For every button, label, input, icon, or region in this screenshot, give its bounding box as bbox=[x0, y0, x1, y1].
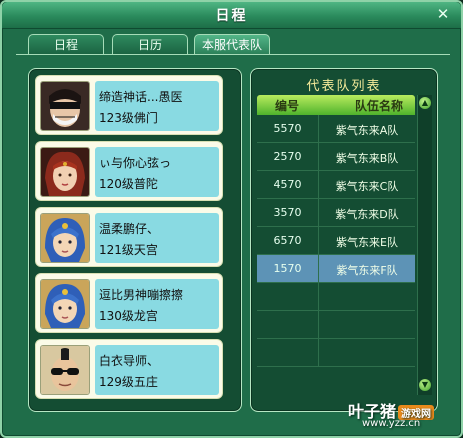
close-icon[interactable]: ✕ bbox=[435, 6, 451, 22]
player-card[interactable]: 逗比男神嘣擦擦 130级龙宫 bbox=[35, 273, 223, 333]
team-name: 紫气东来F队 bbox=[336, 264, 398, 277]
header-team-name: 队伍名称 bbox=[355, 99, 404, 113]
blue-hair-avatar bbox=[40, 213, 90, 263]
player-info: ぃ与你心弦っ 120级普陀 bbox=[95, 147, 219, 197]
team-name: 紫气东来D队 bbox=[335, 208, 399, 221]
player-card[interactable]: 温柔鹏仔、 121级天宫 bbox=[35, 207, 223, 267]
tab-schedule[interactable]: 日程 bbox=[28, 34, 104, 54]
team-list-panel: 代表队列表 编号 队伍名称 5570 紫气东来A队 2570 紫气东来B队 45… bbox=[250, 68, 438, 412]
player-level-school: 130级龙宫 bbox=[99, 309, 158, 323]
player-info: 逗比男神嘣擦擦 130级龙宫 bbox=[95, 279, 219, 329]
scroll-up-icon[interactable]: ▲ bbox=[419, 97, 431, 109]
tab-server-team[interactable]: 本服代表队 bbox=[194, 34, 270, 54]
scroll-down-icon[interactable]: ▼ bbox=[419, 379, 431, 391]
team-code: 1570 bbox=[273, 262, 302, 275]
member-panel: 缔造神话...愚医 123级佛门 ぃ与你心弦っ 120级普陀 温柔鹏仔、 121… bbox=[28, 68, 242, 412]
blue-hair-avatar bbox=[40, 279, 90, 329]
table-row-selected[interactable]: 1570 紫气东来F队 bbox=[257, 255, 415, 283]
column-divider bbox=[318, 283, 319, 311]
masked-avatar bbox=[40, 81, 90, 131]
team-code: 3570 bbox=[273, 206, 302, 219]
watermark-url: www.yzz.cn bbox=[362, 418, 421, 429]
column-divider bbox=[318, 339, 319, 367]
table-row[interactable]: 6570 紫气东来E队 bbox=[257, 227, 415, 255]
red-hair-avatar bbox=[40, 147, 90, 197]
team-code: 6570 bbox=[273, 234, 302, 247]
table-row[interactable]: 2570 紫气东来B队 bbox=[257, 143, 415, 171]
table-row-empty[interactable] bbox=[257, 339, 415, 367]
player-info: 白衣导师、 129级五庄 bbox=[95, 345, 219, 395]
team-code: 2570 bbox=[273, 150, 302, 163]
sunglasses-avatar bbox=[40, 345, 90, 395]
title-bar[interactable]: 日程 ✕ bbox=[2, 2, 461, 29]
player-level-school: 123级佛门 bbox=[99, 111, 158, 125]
player-name: 温柔鹏仔、 bbox=[99, 222, 160, 236]
player-name: 白衣导师、 bbox=[99, 354, 160, 368]
team-name: 紫气东来C队 bbox=[335, 180, 399, 193]
team-list-scrollbar[interactable]: ▲ ▼ bbox=[417, 95, 432, 395]
table-row-empty[interactable] bbox=[257, 283, 415, 311]
player-info: 缔造神话...愚医 123级佛门 bbox=[95, 81, 219, 131]
player-name: 缔造神话...愚医 bbox=[99, 90, 183, 104]
schedule-window: 日程 ✕ 日程 日历 本服代表队 缔造神话...愚医 123级佛门 ぃ与你心弦っ… bbox=[0, 0, 463, 438]
table-row[interactable]: 5570 紫气东来A队 bbox=[257, 115, 415, 143]
tab-divider bbox=[16, 54, 450, 55]
site-watermark: 叶子猪 游戏网 www.yzz.cn bbox=[348, 398, 458, 436]
tab-calendar[interactable]: 日历 bbox=[112, 34, 188, 54]
team-name: 紫气东来E队 bbox=[336, 236, 398, 249]
table-row[interactable]: 3570 紫气东来D队 bbox=[257, 199, 415, 227]
player-level-school: 121级天宫 bbox=[99, 243, 158, 257]
team-list-title: 代表队列表 bbox=[306, 79, 382, 94]
player-name: ぃ与你心弦っ bbox=[99, 156, 172, 170]
player-level-school: 129级五庄 bbox=[99, 375, 158, 389]
table-row[interactable]: 4570 紫气东来C队 bbox=[257, 171, 415, 199]
player-info: 温柔鹏仔、 121级天宫 bbox=[95, 213, 219, 263]
header-code: 编号 bbox=[275, 99, 300, 113]
team-code: 5570 bbox=[273, 122, 302, 135]
team-name: 紫气东来A队 bbox=[335, 124, 399, 137]
window-title: 日程 bbox=[215, 8, 248, 24]
team-code: 4570 bbox=[273, 178, 302, 191]
column-divider bbox=[318, 311, 319, 339]
player-card[interactable]: ぃ与你心弦っ 120级普陀 bbox=[35, 141, 223, 201]
table-row-empty[interactable] bbox=[257, 311, 415, 339]
player-level-school: 120级普陀 bbox=[99, 177, 158, 191]
team-name: 紫气东来B队 bbox=[335, 152, 399, 165]
player-name: 逗比男神嘣擦擦 bbox=[99, 288, 184, 302]
player-card[interactable]: 白衣导师、 129级五庄 bbox=[35, 339, 223, 399]
player-card[interactable]: 缔造神话...愚医 123级佛门 bbox=[35, 75, 223, 135]
team-list-header: 编号 队伍名称 bbox=[257, 95, 415, 115]
